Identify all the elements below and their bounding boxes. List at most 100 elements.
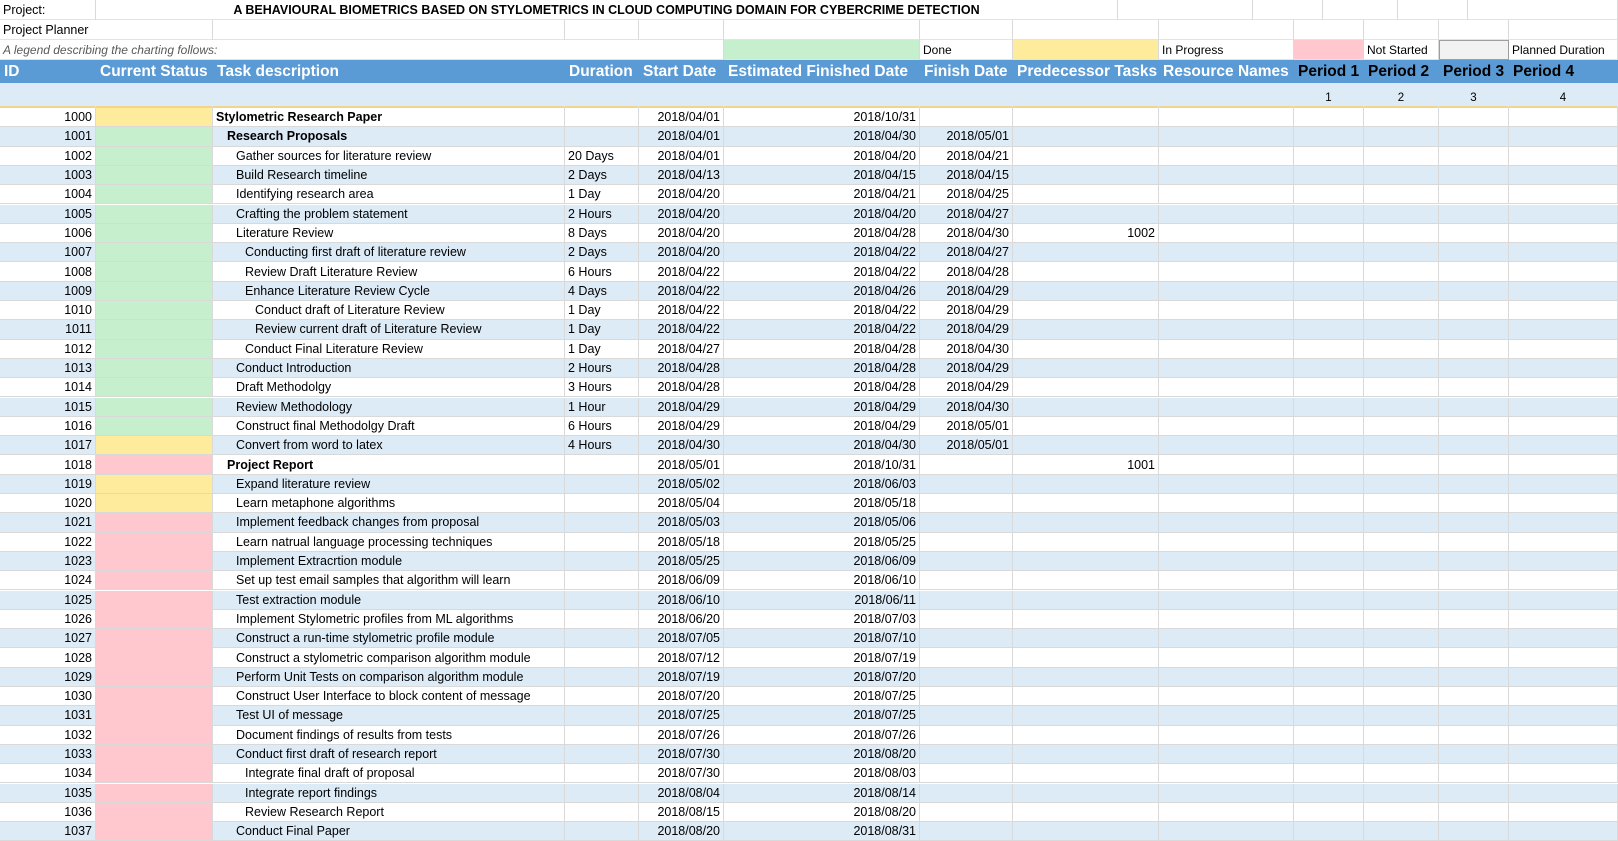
resource-cell[interactable] xyxy=(1159,281,1294,301)
task-description[interactable]: Research Proposals xyxy=(213,127,565,147)
estimated-finish-cell[interactable]: 2018/04/22 xyxy=(724,320,920,340)
period-4-cell[interactable] xyxy=(1509,281,1618,301)
period-number-4[interactable]: 4 xyxy=(1509,83,1618,108)
predecessor-cell[interactable]: 1001 xyxy=(1013,455,1159,475)
empty-cell[interactable] xyxy=(565,20,639,40)
predecessor-cell[interactable] xyxy=(1013,706,1159,726)
empty-cell[interactable] xyxy=(1013,83,1159,108)
estimated-finish-cell[interactable]: 2018/04/29 xyxy=(724,397,920,417)
task-description[interactable]: Implement feedback changes from proposal xyxy=(213,513,565,533)
period-3-cell[interactable] xyxy=(1439,783,1509,803)
task-description[interactable]: Conduct Final Paper xyxy=(213,822,565,841)
start-date-cell[interactable]: 2018/04/20 xyxy=(639,204,724,224)
resource-cell[interactable] xyxy=(1159,455,1294,475)
finish-date-cell[interactable]: 2018/04/25 xyxy=(920,185,1013,205)
row-id[interactable]: 1002 xyxy=(0,146,96,166)
period-4-cell[interactable] xyxy=(1509,204,1618,224)
duration-cell[interactable]: 6 Hours xyxy=(565,262,639,282)
status-cell[interactable] xyxy=(96,648,213,668)
estimated-finish-cell[interactable]: 2018/04/15 xyxy=(724,165,920,186)
period-2-cell[interactable] xyxy=(1364,204,1439,224)
empty-cell[interactable] xyxy=(724,83,920,108)
row-id[interactable]: 1031 xyxy=(0,706,96,726)
period-2-cell[interactable] xyxy=(1364,301,1439,321)
status-cell[interactable] xyxy=(96,262,213,282)
period-4-cell[interactable] xyxy=(1509,609,1618,630)
status-cell[interactable] xyxy=(96,687,213,707)
finish-date-cell[interactable] xyxy=(920,494,1013,514)
resource-cell[interactable] xyxy=(1159,127,1294,147)
row-id[interactable]: 1028 xyxy=(0,648,96,668)
task-description[interactable]: Review current draft of Literature Revie… xyxy=(213,320,565,340)
finish-date-cell[interactable] xyxy=(920,687,1013,707)
period-3-cell[interactable] xyxy=(1439,532,1509,552)
period-3-cell[interactable] xyxy=(1439,744,1509,765)
duration-cell[interactable] xyxy=(565,667,639,687)
status-cell[interactable] xyxy=(96,185,213,205)
start-date-cell[interactable]: 2018/08/20 xyxy=(639,822,724,841)
period-2-cell[interactable] xyxy=(1364,725,1439,745)
estimated-finish-cell[interactable]: 2018/04/21 xyxy=(724,185,920,205)
period-4-cell[interactable] xyxy=(1509,127,1618,147)
duration-cell[interactable]: 1 Day xyxy=(565,320,639,340)
period-4-cell[interactable] xyxy=(1509,667,1618,687)
finish-date-cell[interactable] xyxy=(920,551,1013,572)
resource-cell[interactable] xyxy=(1159,436,1294,456)
duration-cell[interactable]: 1 Hour xyxy=(565,397,639,417)
period-3-cell[interactable] xyxy=(1439,725,1509,745)
period-1-cell[interactable] xyxy=(1294,513,1364,533)
period-1-cell[interactable] xyxy=(1294,262,1364,282)
period-3-cell[interactable] xyxy=(1439,397,1509,417)
resource-cell[interactable] xyxy=(1159,590,1294,610)
period-2-cell[interactable] xyxy=(1364,494,1439,514)
row-id[interactable]: 1019 xyxy=(0,474,96,494)
period-4-cell[interactable] xyxy=(1509,378,1618,398)
task-description[interactable]: Literature Review xyxy=(213,223,565,244)
duration-cell[interactable] xyxy=(565,571,639,591)
estimated-finish-cell[interactable]: 2018/08/20 xyxy=(724,744,920,765)
period-2-cell[interactable] xyxy=(1364,802,1439,823)
status-cell[interactable] xyxy=(96,416,213,437)
empty-cell[interactable] xyxy=(96,83,213,108)
row-id[interactable]: 1015 xyxy=(0,397,96,417)
status-cell[interactable] xyxy=(96,281,213,301)
empty-cell[interactable] xyxy=(1159,83,1294,108)
period-2-cell[interactable] xyxy=(1364,339,1439,359)
period-1-cell[interactable] xyxy=(1294,474,1364,494)
row-id[interactable]: 1008 xyxy=(0,262,96,282)
legend-done-label[interactable]: Done xyxy=(920,40,1013,60)
period-2-cell[interactable] xyxy=(1364,590,1439,610)
legend-planned-label[interactable]: Planned Duration xyxy=(1509,40,1618,60)
status-cell[interactable] xyxy=(96,165,213,186)
estimated-finish-cell[interactable]: 2018/04/22 xyxy=(724,262,920,282)
start-date-cell[interactable]: 2018/05/04 xyxy=(639,494,724,514)
task-description[interactable]: Construct User Interface to block conten… xyxy=(213,687,565,707)
estimated-finish-cell[interactable]: 2018/10/31 xyxy=(724,108,920,128)
period-2-cell[interactable] xyxy=(1364,165,1439,186)
resource-cell[interactable] xyxy=(1159,243,1294,263)
empty-cell[interactable] xyxy=(639,20,724,40)
period-1-cell[interactable] xyxy=(1294,243,1364,263)
period-4-cell[interactable] xyxy=(1509,108,1618,128)
period-3-cell[interactable] xyxy=(1439,108,1509,128)
legend-not-started-label[interactable]: Not Started xyxy=(1364,40,1439,60)
finish-date-cell[interactable] xyxy=(920,609,1013,630)
empty-cell[interactable] xyxy=(213,83,565,108)
duration-cell[interactable]: 2 Hours xyxy=(565,358,639,379)
start-date-cell[interactable]: 2018/04/22 xyxy=(639,301,724,321)
period-4-cell[interactable] xyxy=(1509,706,1618,726)
finish-date-cell[interactable] xyxy=(920,725,1013,745)
period-1-cell[interactable] xyxy=(1294,590,1364,610)
row-id[interactable]: 1026 xyxy=(0,609,96,630)
task-description[interactable]: Set up test email samples that algorithm… xyxy=(213,571,565,591)
duration-cell[interactable] xyxy=(565,783,639,803)
status-cell[interactable] xyxy=(96,532,213,552)
duration-cell[interactable] xyxy=(565,108,639,128)
finish-date-cell[interactable] xyxy=(920,571,1013,591)
finish-date-cell[interactable]: 2018/04/29 xyxy=(920,378,1013,398)
predecessor-cell[interactable] xyxy=(1013,725,1159,745)
finish-date-cell[interactable]: 2018/05/01 xyxy=(920,416,1013,437)
duration-cell[interactable] xyxy=(565,513,639,533)
start-date-cell[interactable]: 2018/04/28 xyxy=(639,358,724,379)
row-id[interactable]: 1004 xyxy=(0,185,96,205)
